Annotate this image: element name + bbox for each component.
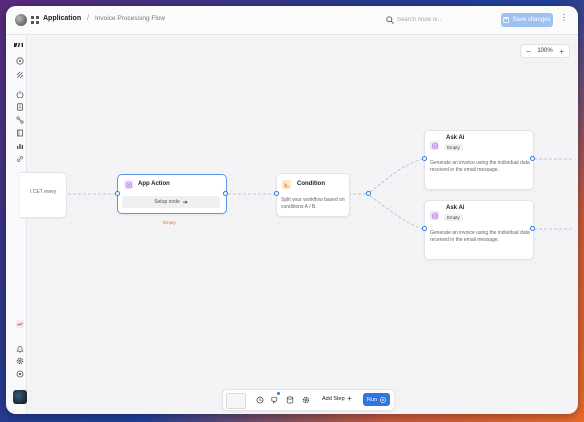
ask-ai-badge-1: Empty [444,144,463,151]
app-action-icon [124,180,133,189]
dashboard-icon[interactable] [16,57,24,65]
ask-ai-title-1: Ask Ai [446,135,465,141]
plus-icon[interactable]: + [347,394,352,403]
grid-icon[interactable] [31,16,39,24]
document-icon[interactable] [16,103,24,111]
run-label: Run [366,396,378,403]
connections-icon[interactable] [16,71,24,79]
flow-title[interactable]: Invoice Processing Flow [95,15,165,22]
settings-gear-icon[interactable] [16,357,24,365]
ask-ai-node-1[interactable]: Ask Ai Empty Generate an invoice using t… [424,130,534,190]
app-action-output-port[interactable] [223,191,228,196]
run-button[interactable]: Run [363,393,390,406]
play-icon [380,396,386,403]
preferences-icon[interactable] [16,370,24,378]
make-logo-icon[interactable] [14,42,24,48]
ai-sparkle-icon [430,211,439,220]
search-icon [386,16,394,24]
breadcrumb-separator: / [87,15,89,22]
condition-node[interactable]: Condition Split your workflow based on c… [276,173,350,217]
book-icon[interactable] [16,129,24,137]
app-window: Application / Invoice Processing Flow Sa… [6,6,578,414]
ask-ai-description-2: Generate an invoice using the individual… [430,230,530,243]
workspace-logo-icon[interactable] [15,14,27,26]
app-action-status: Empty [163,220,176,225]
ask-ai-2-output-port[interactable] [530,226,535,231]
zoom-in-button[interactable]: + [559,47,564,56]
history-icon[interactable] [256,396,264,404]
link-icon[interactable] [16,155,24,163]
power-icon[interactable] [16,90,24,98]
zoom-level: 100% [537,48,553,54]
condition-title: Condition [297,181,325,187]
zoom-out-button[interactable]: − [526,47,531,56]
ask-ai-2-input-port[interactable] [422,226,427,231]
activity-icon[interactable] [16,320,24,328]
minimap[interactable] [226,393,246,409]
settings-gear-icon[interactable] [302,396,310,404]
ask-ai-1-input-port[interactable] [422,156,427,161]
comments-notification-dot [277,392,280,395]
search-input[interactable] [397,13,485,27]
flow-icon[interactable] [16,116,24,124]
analytics-icon[interactable] [16,142,24,150]
app-action-input-port[interactable] [115,191,120,196]
more-options-icon[interactable]: ⋮ [560,14,568,22]
trigger-node-partial[interactable]: t CET every [20,172,67,218]
save-changes-button[interactable]: Save changes [501,13,553,27]
arrow-right-icon: ➔ [182,199,188,206]
condition-output-port[interactable] [366,191,371,196]
setup-node-label: Setup node [154,199,180,205]
ask-ai-badge-2: Empty [444,214,463,221]
save-icon [503,17,510,23]
condition-icon [282,180,291,189]
app-action-title: App Action [138,181,170,187]
ask-ai-title-2: Ask Ai [446,205,465,211]
search-box[interactable] [386,13,486,27]
condition-description: Split your workflow based on conditions … [281,197,345,210]
condition-input-port[interactable] [274,191,279,196]
app-action-node[interactable]: App Action Setup node ➔ [117,174,227,214]
ask-ai-description-1: Generate an invoice using the individual… [430,160,530,173]
ask-ai-1-output-port[interactable] [530,156,535,161]
top-bar: Application / Invoice Processing Flow Sa… [6,6,578,35]
ask-ai-node-2[interactable]: Ask Ai Empty Generate an invoice using t… [424,200,534,260]
setup-node-button[interactable]: Setup node ➔ [122,196,220,208]
bottom-toolbar: Add Step + Run [222,389,395,411]
comments-icon[interactable] [271,396,279,404]
ai-sparkle-icon [430,141,439,150]
app-title[interactable]: Application [43,15,81,22]
database-icon[interactable] [286,396,294,404]
trigger-node-text: t CET every [30,189,57,195]
user-avatar[interactable] [13,390,27,404]
zoom-control: − 100% + [520,44,570,58]
notification-bell-icon[interactable] [16,345,24,353]
save-changes-label: Save changes [512,17,551,23]
add-step-button[interactable]: Add Step [322,396,345,402]
